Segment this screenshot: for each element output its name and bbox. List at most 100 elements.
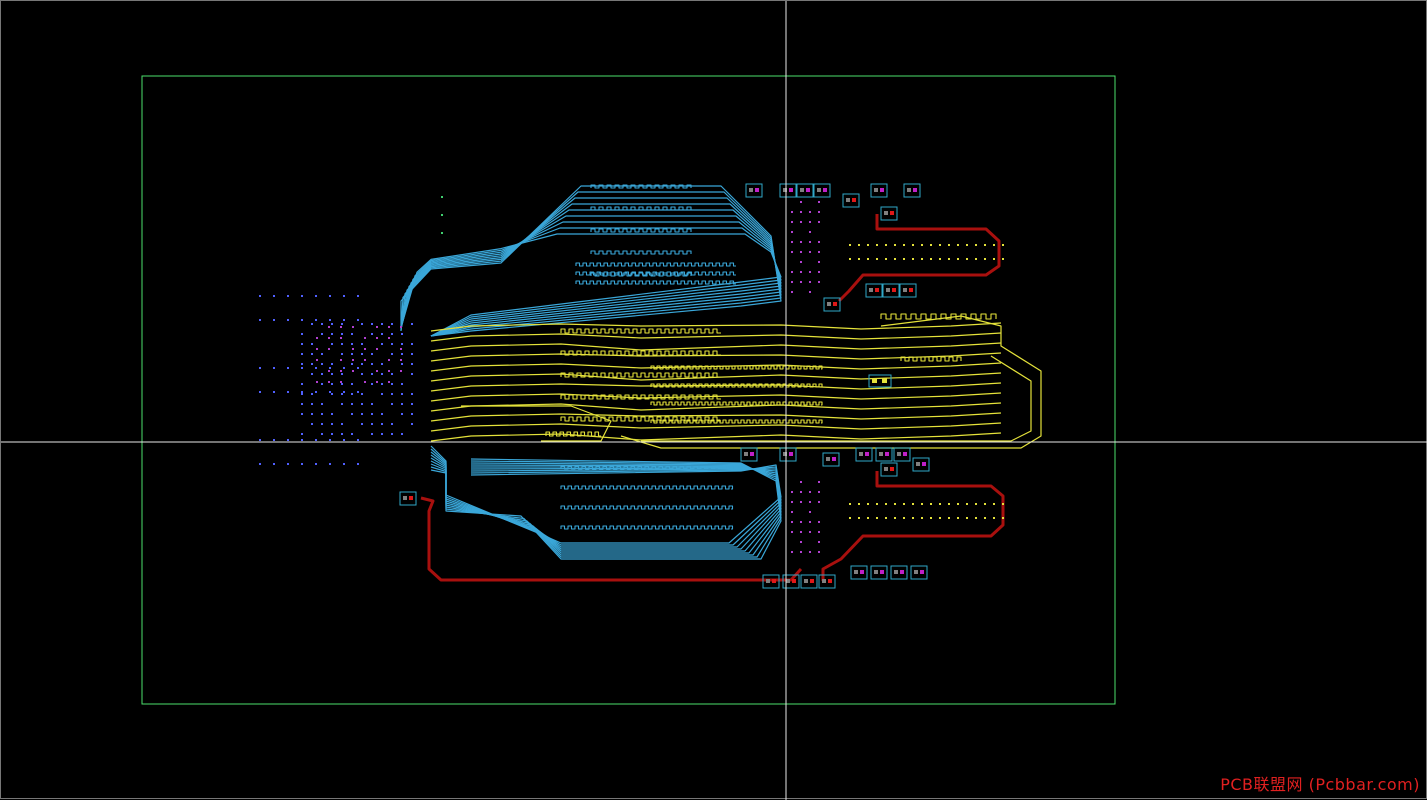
component-pad-pin bbox=[810, 579, 814, 583]
via bbox=[401, 403, 403, 405]
via bbox=[984, 517, 986, 519]
via bbox=[352, 359, 354, 361]
via bbox=[328, 370, 330, 372]
component-pad-pin bbox=[800, 188, 804, 192]
via bbox=[391, 353, 393, 355]
via bbox=[381, 393, 383, 395]
component-pad-pin bbox=[897, 452, 901, 456]
component-pad-pin bbox=[823, 188, 827, 192]
pcb-layout-canvas[interactable]: PCB联盟网 (Pcbbar.com) bbox=[0, 0, 1427, 800]
via bbox=[791, 211, 793, 213]
via bbox=[401, 363, 403, 365]
via bbox=[800, 251, 802, 253]
via bbox=[273, 463, 275, 465]
via bbox=[966, 258, 968, 260]
via bbox=[800, 551, 802, 553]
via bbox=[371, 423, 373, 425]
via bbox=[301, 333, 303, 335]
via bbox=[311, 373, 313, 375]
via bbox=[331, 323, 333, 325]
via bbox=[885, 503, 887, 505]
via bbox=[867, 244, 869, 246]
via bbox=[351, 353, 353, 355]
top-serpentine-upper bbox=[590, 228, 692, 233]
via bbox=[912, 517, 914, 519]
via bbox=[411, 363, 413, 365]
component-pad-pin bbox=[920, 570, 924, 574]
via bbox=[809, 501, 811, 503]
via bbox=[1002, 244, 1004, 246]
component-pad-pin bbox=[869, 288, 873, 292]
via bbox=[400, 370, 402, 372]
via bbox=[315, 295, 317, 297]
via bbox=[809, 221, 811, 223]
via bbox=[371, 383, 373, 385]
via bbox=[411, 323, 413, 325]
inner-serpentine bbox=[650, 419, 823, 424]
component-pad-pin bbox=[859, 452, 863, 456]
component-pad bbox=[796, 183, 814, 198]
via bbox=[341, 383, 343, 385]
via bbox=[340, 381, 342, 383]
via bbox=[364, 337, 366, 339]
component-pad-pin bbox=[832, 457, 836, 461]
component-pad-pin bbox=[772, 579, 776, 583]
via bbox=[331, 333, 333, 335]
via bbox=[321, 333, 323, 335]
via bbox=[903, 517, 905, 519]
via bbox=[939, 244, 941, 246]
via bbox=[331, 373, 333, 375]
via bbox=[966, 517, 968, 519]
via bbox=[259, 295, 261, 297]
via bbox=[371, 433, 373, 435]
component-pad-pin bbox=[750, 452, 754, 456]
top-serpentine-upper bbox=[590, 272, 692, 277]
via bbox=[1002, 503, 1004, 505]
via bbox=[966, 503, 968, 505]
via bbox=[316, 359, 318, 361]
component-pad-pin bbox=[907, 188, 911, 192]
via bbox=[351, 363, 353, 365]
via bbox=[287, 391, 289, 393]
via bbox=[315, 391, 317, 393]
via bbox=[301, 383, 303, 385]
via bbox=[921, 244, 923, 246]
via bbox=[259, 439, 261, 441]
via bbox=[411, 403, 413, 405]
via bbox=[930, 517, 932, 519]
component-pad bbox=[822, 452, 840, 467]
via bbox=[818, 281, 820, 283]
via bbox=[381, 423, 383, 425]
via bbox=[391, 333, 393, 335]
component-pad-pin bbox=[827, 302, 831, 306]
via bbox=[357, 391, 359, 393]
watermark-text: PCB联盟网 (Pcbbar.com) bbox=[1220, 775, 1420, 794]
via bbox=[371, 373, 373, 375]
via bbox=[376, 337, 378, 339]
via bbox=[391, 383, 393, 385]
via bbox=[371, 333, 373, 335]
inner-serpentine bbox=[560, 416, 721, 422]
via bbox=[400, 359, 402, 361]
top-serpentine-lower bbox=[560, 525, 734, 530]
component-pad bbox=[779, 183, 797, 198]
via bbox=[340, 370, 342, 372]
via bbox=[391, 343, 393, 345]
via bbox=[376, 326, 378, 328]
via bbox=[903, 244, 905, 246]
via bbox=[876, 503, 878, 505]
component-pad bbox=[818, 574, 836, 589]
via bbox=[287, 463, 289, 465]
pcb-board-view[interactable] bbox=[1, 1, 1427, 800]
via bbox=[818, 531, 820, 533]
component-pad-pin bbox=[792, 579, 796, 583]
inner-serpentine bbox=[560, 372, 721, 378]
via bbox=[885, 244, 887, 246]
via bbox=[321, 363, 323, 365]
via bbox=[341, 403, 343, 405]
component-pad-pin bbox=[894, 570, 898, 574]
inner-trace bbox=[430, 372, 1002, 382]
via bbox=[381, 383, 383, 385]
via bbox=[328, 326, 330, 328]
via bbox=[357, 295, 359, 297]
